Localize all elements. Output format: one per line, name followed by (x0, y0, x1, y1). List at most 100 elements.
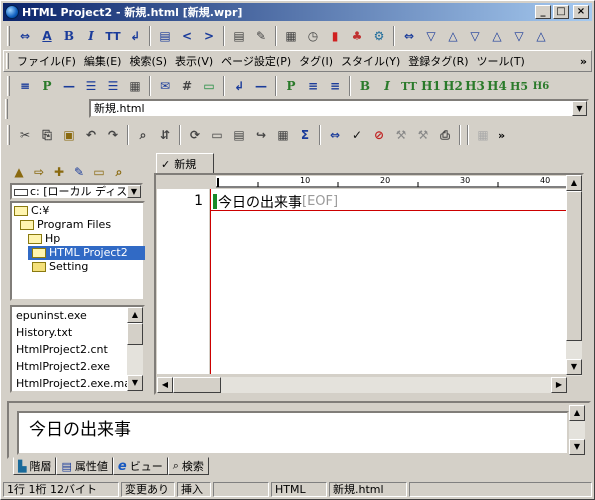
break-button[interactable]: ↲ (228, 75, 250, 97)
menu-tag[interactable]: タグ(I) (295, 53, 337, 69)
down-arrow-button-3[interactable]: ▽ (508, 25, 530, 47)
h3-button[interactable]: H3 (464, 75, 486, 97)
search-icon[interactable]: ⌕ (132, 124, 154, 146)
tree-item-html-project2[interactable]: HTML Project2 (28, 246, 145, 260)
open-folder-icon[interactable]: ▭ (89, 161, 109, 183)
toolbar-grip[interactable] (7, 26, 10, 46)
preview-text[interactable]: 今日の出来事 (17, 411, 569, 455)
maximize-button[interactable]: □ (553, 5, 569, 19)
list-item[interactable]: HtmlProject2.exe (12, 358, 143, 375)
tool-icon[interactable]: ⚒ (390, 124, 412, 146)
paragraph-button[interactable]: P (36, 75, 58, 97)
edit-icon[interactable]: ✎ (250, 25, 272, 47)
h2-button[interactable]: H2 (442, 75, 464, 97)
menu-grip[interactable] (6, 53, 9, 69)
rule-button[interactable]: — (250, 75, 272, 97)
editor-line-1[interactable]: 今日の出来事 [EOF] (213, 193, 338, 211)
list-item[interactable]: History.txt (12, 324, 143, 341)
tree-item-setting[interactable]: Setting (32, 260, 88, 274)
folder-tree[interactable]: C:¥ Program Files Hp HTML Project2 Setti… (10, 201, 145, 301)
check-icon[interactable]: ✓ (346, 124, 368, 146)
folder-up-icon[interactable]: ▲ (9, 161, 29, 183)
paragraph-tag-button[interactable]: P (280, 75, 302, 97)
tree-item-hp[interactable]: Hp (28, 232, 60, 246)
down-arrow-button-2[interactable]: ▽ (464, 25, 486, 47)
up-arrow-button[interactable]: △ (442, 25, 464, 47)
menu-tools[interactable]: ツール(T) (473, 53, 529, 69)
h5-button[interactable]: H5 (508, 75, 530, 97)
up-arrow-button-3[interactable]: △ (530, 25, 552, 47)
scroll-thumb[interactable] (127, 323, 143, 345)
close-button[interactable]: × (573, 5, 589, 19)
editor-text-area[interactable]: 今日の出来事 [EOF] (210, 189, 567, 374)
tab-view[interactable]: e ビュー (112, 457, 168, 475)
minimize-button[interactable]: _ (535, 5, 551, 19)
tree-item-drive[interactable]: C:¥ (14, 204, 49, 218)
cut-icon[interactable]: ✂ (14, 124, 36, 146)
menu-style[interactable]: スタイル(Y) (337, 53, 404, 69)
tag-open-button[interactable]: < (176, 25, 198, 47)
file-list[interactable]: epuninst.exe History.txt HtmlProject2.cn… (10, 305, 145, 393)
grid-small-icon[interactable]: ▦ (472, 124, 494, 146)
tab-search[interactable]: ⌕ 検索 (167, 457, 209, 475)
calendar-icon[interactable]: ▦ (280, 25, 302, 47)
clock-icon[interactable]: ◷ (302, 25, 324, 47)
menu-registered-tag[interactable]: 登録タグ(R) (404, 53, 472, 69)
toolbar-grip[interactable] (7, 76, 10, 96)
line-break-button[interactable]: ↲ (124, 25, 146, 47)
title-bar[interactable]: HTML Project2 - 新規.html [新規.wpr] _ □ × (3, 3, 592, 21)
menu-overflow-icon[interactable]: » (580, 55, 587, 68)
redo-icon[interactable]: ↷ (102, 124, 124, 146)
table-button[interactable]: ▦ (124, 75, 146, 97)
new-folder-icon[interactable]: ✚ (49, 161, 69, 183)
bold-tag-button[interactable]: B (354, 75, 376, 97)
tt-tag-button[interactable]: TT (398, 75, 420, 97)
menu-search[interactable]: 検索(S) (125, 53, 171, 69)
folder-search-icon[interactable]: ⌕ (109, 161, 129, 183)
scroll-thumb[interactable] (173, 377, 221, 393)
h1-button[interactable]: H1 (420, 75, 442, 97)
scroll-up-icon[interactable]: ▲ (566, 175, 582, 191)
tab-hierarchy[interactable]: ▙ 階層 (13, 457, 57, 475)
list-item[interactable]: HtmlProject2.exe.manifest (12, 375, 143, 391)
scroll-up-icon[interactable]: ▲ (569, 405, 585, 421)
horizontal-rule-button[interactable]: — (58, 75, 80, 97)
stop-icon[interactable]: ⊘ (368, 124, 390, 146)
preview-scrollbar[interactable]: ▲ ▼ (569, 405, 585, 455)
refresh-icon[interactable]: ⟳ (184, 124, 206, 146)
scroll-down-icon[interactable]: ▼ (566, 359, 582, 375)
image-icon[interactable]: ▭ (198, 75, 220, 97)
tree-item-program-files[interactable]: Program Files (20, 218, 111, 232)
shapes-icon[interactable]: ♣ (346, 25, 368, 47)
h6-button[interactable]: H6 (530, 75, 552, 97)
bold-button[interactable]: B (58, 25, 80, 47)
edit-folder-icon[interactable]: ✎ (69, 161, 89, 183)
list-view-icon[interactable]: ▤ (228, 124, 250, 146)
tab-new-file[interactable]: ✓ 新規 (156, 153, 214, 175)
font-color-button[interactable]: A (36, 25, 58, 47)
down-arrow-button[interactable]: ▽ (420, 25, 442, 47)
anchor-icon[interactable]: # (176, 75, 198, 97)
editor-horizontal-scrollbar[interactable]: ◀ ▶ (157, 377, 567, 393)
toolbar-overflow-icon[interactable]: » (498, 129, 505, 142)
replace-icon[interactable]: ⇵ (154, 124, 176, 146)
file-list-scrollbar[interactable]: ▲ ▼ (127, 307, 143, 391)
plugin-icon[interactable]: ⚙ (368, 25, 390, 47)
filename-combobox[interactable]: 新規.html ▼ (89, 99, 589, 118)
menu-edit[interactable]: 編集(E) (80, 53, 126, 69)
undo-icon[interactable]: ↶ (80, 124, 102, 146)
document-button[interactable]: ▤ (228, 25, 250, 47)
print-icon[interactable]: ⎙ (434, 124, 456, 146)
drive-select[interactable]: c: [ローカル ディスク] ▼ (10, 183, 143, 200)
list-item[interactable]: HtmlProject2.cnt (12, 341, 143, 358)
swap-button[interactable]: ⇔ (398, 25, 420, 47)
unordered-list-button[interactable]: ☰ (80, 75, 102, 97)
paragraph-icon[interactable]: ▤ (154, 25, 176, 47)
paste-icon[interactable]: ▣ (58, 124, 80, 146)
grid-icon[interactable]: ▦ (272, 124, 294, 146)
align-center-button[interactable]: ≡ (302, 75, 324, 97)
align-right-button[interactable]: ≡ (324, 75, 346, 97)
ordered-list-button[interactable]: ☰ (102, 75, 124, 97)
color-palette-icon[interactable]: ▮ (324, 25, 346, 47)
chevron-down-icon[interactable]: ▼ (572, 101, 587, 116)
